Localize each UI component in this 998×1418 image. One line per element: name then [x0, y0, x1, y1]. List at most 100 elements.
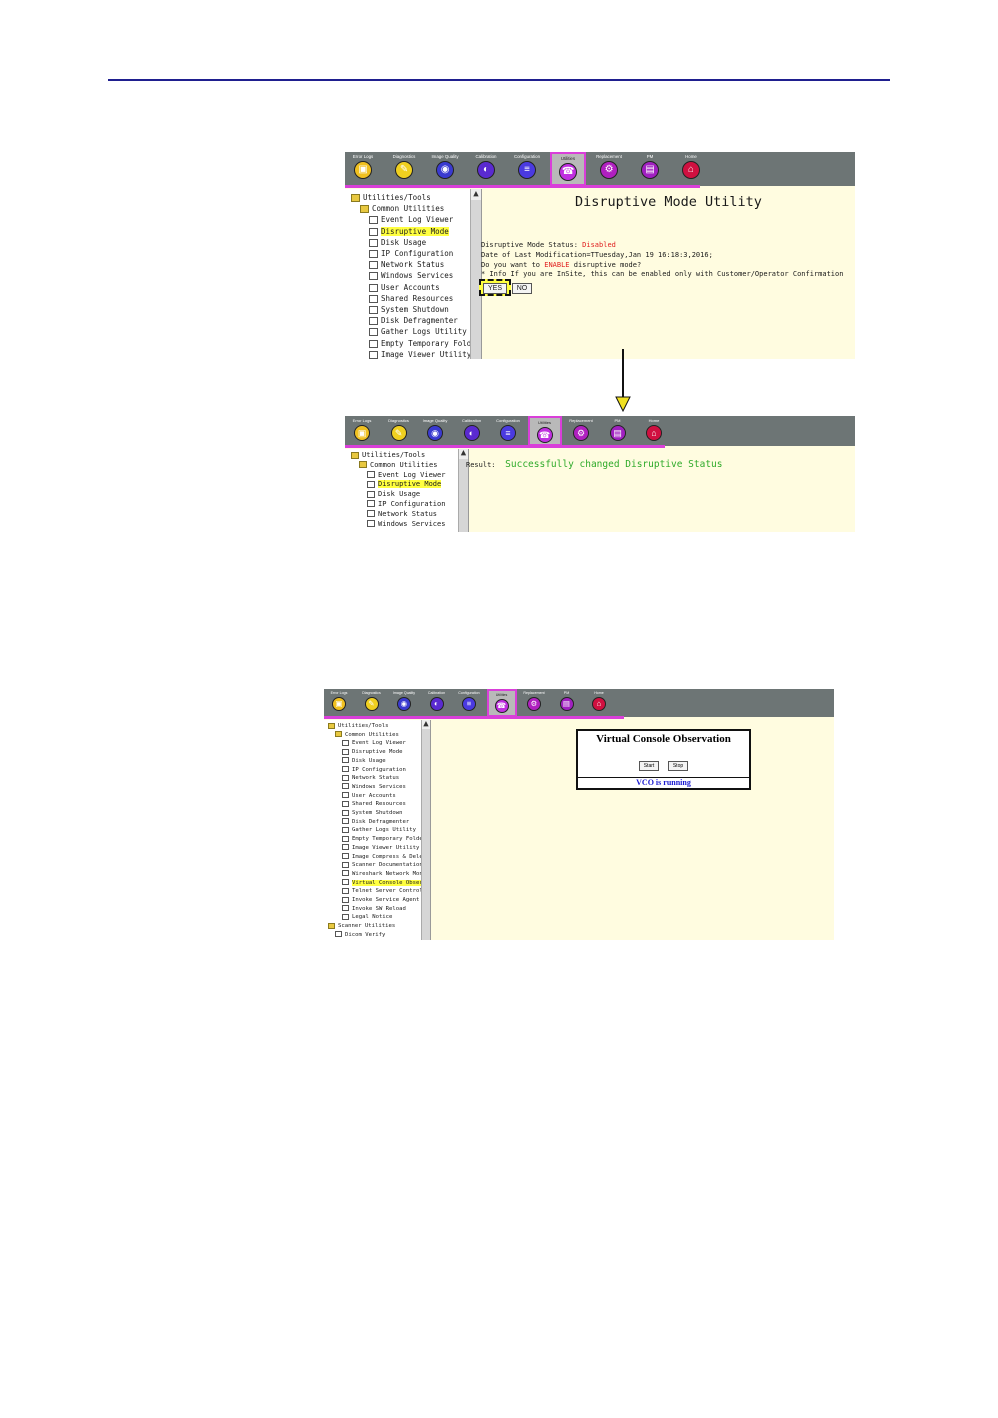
- tree-item[interactable]: Disk Usage: [351, 237, 481, 248]
- stop-button[interactable]: Stop: [668, 761, 688, 771]
- document-icon: [369, 317, 378, 326]
- toolbar-button-configuration[interactable]: Configuration ≡: [491, 416, 525, 446]
- tree-item[interactable]: IP Configuration: [328, 766, 430, 775]
- toolbar-button-pm[interactable]: PM ▤: [552, 689, 582, 717]
- tree-item[interactable]: Image Viewer Utility: [351, 349, 481, 359]
- toolbar-button-error-logs[interactable]: Error Logs ▣: [324, 689, 354, 717]
- tree-folder[interactable]: Common Utilities: [351, 461, 468, 471]
- toolbar-button-diagnostics[interactable]: Diagnostics ✎: [386, 152, 422, 186]
- tree-item[interactable]: User Accounts: [328, 792, 430, 801]
- tree-item-label: Disk Usage: [352, 757, 386, 764]
- toolbar-button-image-quality[interactable]: Image Quality ◉: [418, 416, 452, 446]
- toolbar-button-replacement[interactable]: Replacement ⚙: [564, 416, 598, 446]
- document-icon: [335, 931, 342, 938]
- tree-item[interactable]: Shared Resources: [328, 800, 430, 809]
- tree-item[interactable]: Gather Logs Utility: [328, 826, 430, 835]
- document-icon: [367, 480, 375, 488]
- tree-item[interactable]: Legal Notice: [328, 913, 430, 922]
- tree-item[interactable]: System Shutdown: [351, 304, 481, 315]
- tree-item[interactable]: Disk Defragmenter: [328, 818, 430, 827]
- tree-item[interactable]: Image Compress & Delete: [328, 853, 430, 862]
- toolbar-button-replacement[interactable]: Replacement ⚙: [591, 152, 627, 186]
- tree-item[interactable]: Shared Resources: [351, 293, 481, 304]
- tree-item[interactable]: Network Status: [351, 510, 468, 520]
- tree-item[interactable]: Disruptive Mode: [351, 480, 468, 490]
- tree-item[interactable]: Virtual Console Observation: [328, 879, 430, 888]
- nav-tree[interactable]: Utilities/Tools Common Utilities Event Log…: [345, 449, 469, 532]
- document-icon: [342, 896, 349, 903]
- tree-item[interactable]: Disruptive Mode: [351, 226, 481, 237]
- tree-item[interactable]: Telnet Server Control: [328, 887, 430, 896]
- tree-item[interactable]: Event Log Viewer: [328, 739, 430, 748]
- tree-item-label: Image Viewer Utility: [381, 349, 472, 359]
- tree-item[interactable]: Scanner Documentation: [328, 861, 430, 870]
- tree-item[interactable]: Network Status: [351, 259, 481, 270]
- tree-folder[interactable]: Common Utilities: [328, 731, 430, 740]
- toolbar-button-configuration[interactable]: Configuration ≡: [454, 689, 484, 717]
- toolbar-button-home[interactable]: Home ⌂: [637, 416, 671, 446]
- document-icon: [369, 272, 378, 281]
- document-icon: [342, 853, 349, 860]
- document-icon: [369, 283, 378, 292]
- tree-item[interactable]: Disk Usage: [351, 490, 468, 500]
- tree-item[interactable]: Windows Services: [351, 520, 468, 530]
- toolbar-button-diagnostics[interactable]: Diagnostics ✎: [382, 416, 416, 446]
- tree-folder[interactable]: Common Utilities: [351, 203, 481, 214]
- nav-tree[interactable]: Utilities/Tools Common Utilities Event Log…: [345, 189, 482, 359]
- toolbar-button-configuration[interactable]: Configuration ≡: [509, 152, 545, 186]
- document-icon: [369, 250, 378, 259]
- tree-item[interactable]: Disk Defragmenter: [351, 315, 481, 326]
- yes-button[interactable]: YES: [483, 283, 507, 294]
- tree-item[interactable]: Disk Usage: [328, 757, 430, 766]
- toolbar-button-pm[interactable]: PM ▤: [632, 152, 668, 186]
- tree-item[interactable]: Empty Temporary Folder: [351, 338, 481, 349]
- scroll-up-arrow-icon[interactable]: ▲: [422, 720, 430, 729]
- tree-item[interactable]: Network Status: [328, 774, 430, 783]
- tree-item[interactable]: Invoke SW Reload: [328, 905, 430, 914]
- toolbar-button-calibration[interactable]: Calibration ◐: [422, 689, 452, 717]
- toolbar-button-calibration[interactable]: Calibration ◐: [468, 152, 504, 186]
- tree-item[interactable]: Invoke Service Agent P: [328, 896, 430, 905]
- toolbar-button-home[interactable]: Home ⌂: [673, 152, 709, 186]
- no-button[interactable]: NO: [512, 283, 532, 294]
- tree-item[interactable]: Image Viewer Utility: [328, 844, 430, 853]
- tree-item[interactable]: Empty Temporary Folder: [328, 835, 430, 844]
- tree-item[interactable]: Disruptive Mode: [328, 748, 430, 757]
- tree-item[interactable]: IP Configuration: [351, 500, 468, 510]
- tree-item[interactable]: Windows Services: [328, 783, 430, 792]
- tree-item[interactable]: User Accounts: [351, 282, 481, 293]
- toolbar-button-image-quality[interactable]: Image Quality ◉: [389, 689, 419, 717]
- toolbar-button-error-logs[interactable]: Error Logs ▣: [345, 152, 381, 186]
- toolbar-button-label: Diagnostics: [392, 154, 416, 159]
- tree-item[interactable]: Windows Services: [351, 270, 481, 281]
- tree-item[interactable]: IP Configuration: [351, 248, 481, 259]
- toolbar-button-utilities[interactable]: Utilities ☎: [550, 152, 586, 186]
- toolbar-button-diagnostics[interactable]: Diagnostics ✎: [357, 689, 387, 717]
- toolbar-button-home[interactable]: Home ⌂: [584, 689, 614, 717]
- document-icon: [369, 328, 378, 337]
- nav-tree[interactable]: Utilities/Tools Common Utilities Event Log…: [324, 720, 431, 940]
- toolbar-button-utilities[interactable]: Utilities ☎: [527, 416, 562, 446]
- toolbar-button-error-logs[interactable]: Error Logs ▣: [345, 416, 379, 446]
- tree-item[interactable]: Event Log Viewer: [351, 471, 468, 481]
- toolbar-button-label: Calibration: [461, 418, 482, 423]
- toolbar-button-calibration[interactable]: Calibration ◐: [455, 416, 489, 446]
- toolbar-button-label: Image Quality: [431, 154, 459, 159]
- tree-folder[interactable]: Scanner Utilities: [328, 922, 430, 931]
- tree-item[interactable]: Event Log Viewer: [351, 214, 481, 225]
- toolbar-button-replacement[interactable]: Replacement ⚙: [519, 689, 549, 717]
- tree-item[interactable]: Gather Logs Utility: [351, 326, 481, 337]
- toolbar-button-image-quality[interactable]: Image Quality ◉: [427, 152, 463, 186]
- result-label: Result:: [466, 461, 496, 469]
- tree-folder[interactable]: Utilities/Tools: [351, 192, 481, 203]
- tree-scrollbar[interactable]: ▲: [421, 720, 430, 940]
- toolbar-button-pm[interactable]: PM ▤: [601, 416, 635, 446]
- tree-item-label: Empty Temporary Folder: [352, 836, 427, 843]
- tree-folder[interactable]: Utilities/Tools: [351, 451, 468, 461]
- toolbar-button-utilities[interactable]: Utilities ☎: [486, 689, 517, 717]
- tree-folder[interactable]: Utilities/Tools: [328, 722, 430, 731]
- tree-item[interactable]: Dicom Verify: [328, 931, 430, 940]
- tree-item[interactable]: System Shutdown: [328, 809, 430, 818]
- tree-item[interactable]: Wireshark Network Monitor: [328, 870, 430, 879]
- start-button[interactable]: Start: [639, 761, 659, 771]
